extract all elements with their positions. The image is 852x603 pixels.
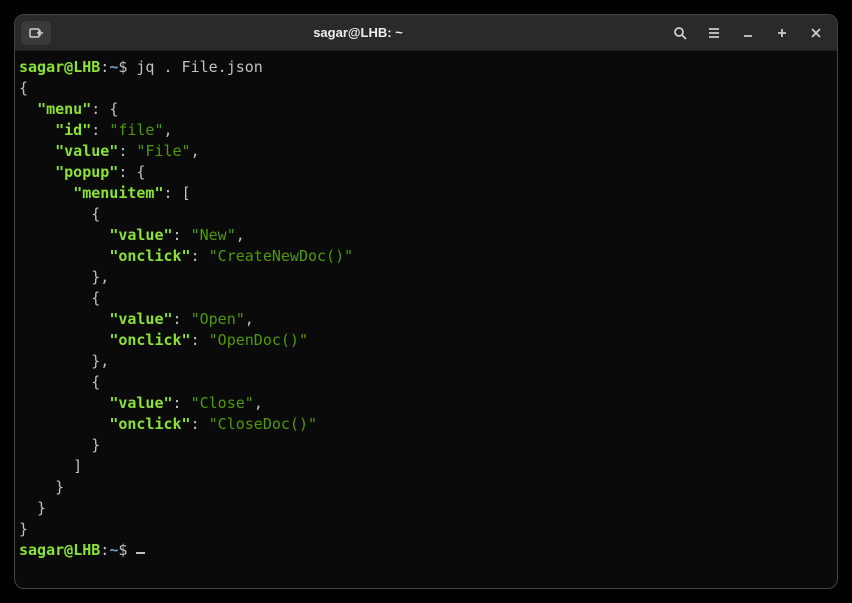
output-line: "id": "file", xyxy=(19,120,833,141)
hamburger-icon xyxy=(707,26,721,40)
output-line: "menuitem": [ xyxy=(19,183,833,204)
prompt-at: @ xyxy=(64,541,73,559)
prompt-dollar: $ xyxy=(118,541,136,559)
output-line: "value": "New", xyxy=(19,225,833,246)
close-icon xyxy=(810,27,822,39)
prompt-colon: : xyxy=(100,541,109,559)
maximize-icon xyxy=(776,27,788,39)
prompt-host: LHB xyxy=(73,541,100,559)
output-line: } xyxy=(19,498,833,519)
output-line: }, xyxy=(19,267,833,288)
output-line: "onclick": "CreateNewDoc()" xyxy=(19,246,833,267)
menu-button[interactable] xyxy=(699,21,729,45)
prompt-line: sagar@LHB:~$ xyxy=(19,540,833,561)
maximize-button[interactable] xyxy=(767,21,797,45)
prompt-line: sagar@LHB:~$ jq . File.json xyxy=(19,57,833,78)
output-line: } xyxy=(19,477,833,498)
output-line: } xyxy=(19,519,833,540)
terminal-window: sagar@LHB: ~ sagar@LHB:~$ jq . File.json… xyxy=(14,14,838,589)
prompt-dollar: $ xyxy=(118,58,136,76)
prompt-host: LHB xyxy=(73,58,100,76)
prompt-colon: : xyxy=(100,58,109,76)
output-line: "menu": { xyxy=(19,99,833,120)
minimize-button[interactable] xyxy=(733,21,763,45)
close-button[interactable] xyxy=(801,21,831,45)
output-line: "value": "Close", xyxy=(19,393,833,414)
command-text: jq . File.json xyxy=(136,58,262,76)
output-line: }, xyxy=(19,351,833,372)
terminal-body[interactable]: sagar@LHB:~$ jq . File.json { "menu": { … xyxy=(15,51,837,588)
output-line: ] xyxy=(19,456,833,477)
output-line: "onclick": "CloseDoc()" xyxy=(19,414,833,435)
new-tab-button[interactable] xyxy=(21,21,51,45)
prompt-path: ~ xyxy=(109,58,118,76)
titlebar: sagar@LHB: ~ xyxy=(15,15,837,51)
output-line: { xyxy=(19,204,833,225)
prompt-user: sagar xyxy=(19,58,64,76)
output-line: "onclick": "OpenDoc()" xyxy=(19,330,833,351)
output-line: "value": "File", xyxy=(19,141,833,162)
output-line: } xyxy=(19,435,833,456)
output-line: "popup": { xyxy=(19,162,833,183)
search-icon xyxy=(673,26,687,40)
search-button[interactable] xyxy=(665,21,695,45)
cursor xyxy=(136,552,145,554)
prompt-user: sagar xyxy=(19,541,64,559)
output-line: "value": "Open", xyxy=(19,309,833,330)
window-title: sagar@LHB: ~ xyxy=(55,25,661,40)
new-tab-icon xyxy=(29,26,43,40)
minimize-icon xyxy=(742,27,754,39)
prompt-at: @ xyxy=(64,58,73,76)
prompt-path: ~ xyxy=(109,541,118,559)
output-line: { xyxy=(19,78,833,99)
output-line: { xyxy=(19,372,833,393)
output-line: { xyxy=(19,288,833,309)
